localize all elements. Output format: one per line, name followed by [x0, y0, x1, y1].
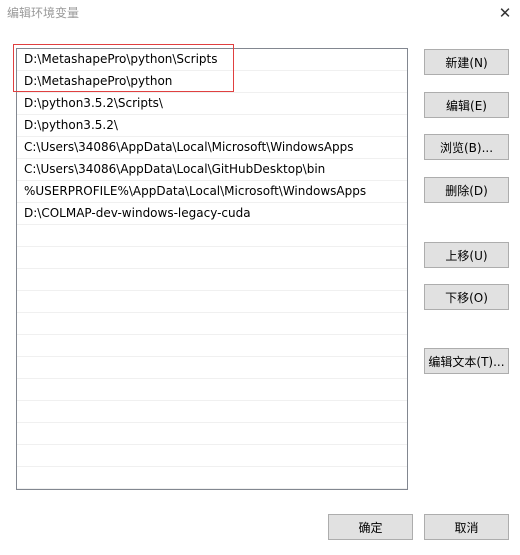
path-list-item[interactable]: %USERPROFILE%\AppData\Local\Microsoft\Wi… — [17, 181, 407, 203]
delete-button[interactable]: 删除(D) — [424, 177, 509, 203]
path-list-item[interactable]: C:\Users\34086\AppData\Local\Microsoft\W… — [17, 137, 407, 159]
move-up-button[interactable]: 上移(U) — [424, 242, 509, 268]
new-button[interactable]: 新建(N) — [424, 49, 509, 75]
path-list-item[interactable] — [17, 291, 407, 313]
path-list-item[interactable]: D:\MetashapePro\python\Scripts — [17, 49, 407, 71]
path-list-item[interactable] — [17, 379, 407, 401]
path-list-item[interactable]: D:\COLMAP-dev-windows-legacy-cuda — [17, 203, 407, 225]
browse-button[interactable]: 浏览(B)... — [424, 134, 509, 160]
move-down-button[interactable]: 下移(O) — [424, 284, 509, 310]
path-list-item[interactable] — [17, 445, 407, 467]
path-list-item[interactable] — [17, 335, 407, 357]
path-list-item[interactable] — [17, 489, 407, 490]
path-list-item[interactable] — [17, 401, 407, 423]
path-list-item[interactable] — [17, 467, 407, 489]
path-list[interactable]: D:\MetashapePro\python\Scripts D:\Metasha… — [16, 48, 408, 490]
close-icon[interactable]: ✕ — [490, 0, 520, 26]
path-list-item[interactable]: D:\python3.5.2\Scripts\ — [17, 93, 407, 115]
path-list-item[interactable] — [17, 225, 407, 247]
ok-button[interactable]: 确定 — [328, 514, 413, 540]
path-list-item[interactable] — [17, 313, 407, 335]
path-list-item[interactable] — [17, 269, 407, 291]
path-list-item[interactable] — [17, 247, 407, 269]
cancel-button[interactable]: 取消 — [424, 514, 509, 540]
path-list-item[interactable] — [17, 357, 407, 379]
window-title: 编辑环境变量 — [7, 6, 80, 20]
path-list-item[interactable]: D:\MetashapePro\python — [17, 71, 407, 93]
title-bar: 编辑环境变量 ✕ — [0, 0, 520, 26]
path-list-item[interactable]: C:\Users\34086\AppData\Local\GitHubDeskt… — [17, 159, 407, 181]
edit-button[interactable]: 编辑(E) — [424, 92, 509, 118]
path-list-item[interactable]: D:\python3.5.2\ — [17, 115, 407, 137]
path-list-item[interactable] — [17, 423, 407, 445]
edit-text-button[interactable]: 编辑文本(T)... — [424, 348, 509, 374]
